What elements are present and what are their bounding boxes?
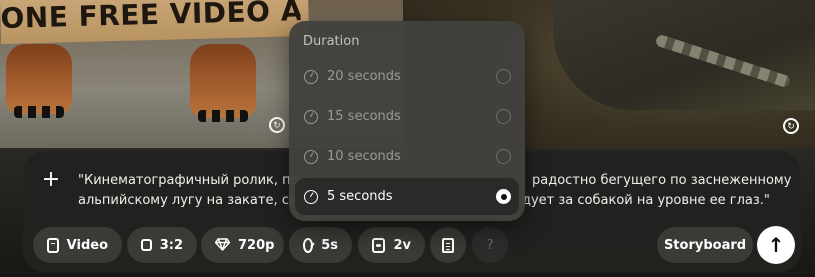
type-label: Video [66,237,108,253]
sign-text: ONE FREE VIDEO A DAY [0,0,301,35]
duration-option-15[interactable]: 15 seconds [295,98,519,135]
add-media-button[interactable]: + [38,168,64,194]
duration-label: 5s [321,237,338,253]
radio-button[interactable] [496,69,511,84]
clock-icon [304,189,318,204]
variations-label: 2v [393,237,411,253]
clock-icon [303,237,314,253]
clock-icon [304,69,318,84]
clock-icon [304,149,318,164]
duration-option-20[interactable]: 20 seconds [295,58,519,95]
option-label: 10 seconds [327,149,401,164]
aspect-ratio-label: 3:2 [159,237,183,253]
cardboard-sign: ONE FREE VIDEO A DAY [0,0,310,44]
submit-button[interactable]: ↑ [757,226,795,264]
option-label: 5 seconds [327,189,393,204]
calendar-icon [47,237,59,253]
thumbnail-fabric [553,0,815,110]
quality-label: 720p [238,237,275,253]
presets-button[interactable] [430,227,466,263]
clock-icon [304,109,318,124]
radio-button-selected[interactable] [496,189,511,204]
dog-paw-right [190,44,256,122]
prompt-text-line-2-end[interactable]: дует за собакой на уровне ее глаз." [522,192,770,210]
help-icon: ? [486,237,494,253]
option-label: 15 seconds [327,109,401,124]
help-button[interactable]: ? [472,227,508,263]
aspect-ratio-button[interactable]: 3:2 [127,227,197,263]
dog-paw-left [6,44,72,118]
aspect-ratio-icon [141,239,152,251]
type-video-button[interactable]: Video [33,227,122,263]
loop-icon: ↻ [269,117,285,133]
radio-button[interactable] [496,149,511,164]
variations-icon [372,237,386,253]
quality-button[interactable]: 720p [201,227,284,263]
prompt-text-line-1-end[interactable]: радостно бегущего по заснеженному [532,172,791,190]
loop-icon: ↻ [783,118,799,134]
prompt-text-line-1[interactable]: "Кинематографичный ролик, пок [78,172,306,190]
prompt-text-line-2[interactable]: альпийскому лугу на закате, снеж [78,192,317,210]
dropdown-title: Duration [303,34,360,49]
radio-button[interactable] [496,109,511,124]
duration-button[interactable]: 5s [289,227,352,263]
variations-button[interactable]: 2v [358,227,425,263]
diamond-icon [214,237,231,253]
duration-option-10[interactable]: 10 seconds [295,138,519,175]
storyboard-label: Storyboard [663,237,747,253]
duration-option-5[interactable]: 5 seconds [295,178,519,215]
option-label: 20 seconds [327,69,401,84]
storyboard-button[interactable]: Storyboard [657,227,753,263]
document-icon [442,237,454,253]
